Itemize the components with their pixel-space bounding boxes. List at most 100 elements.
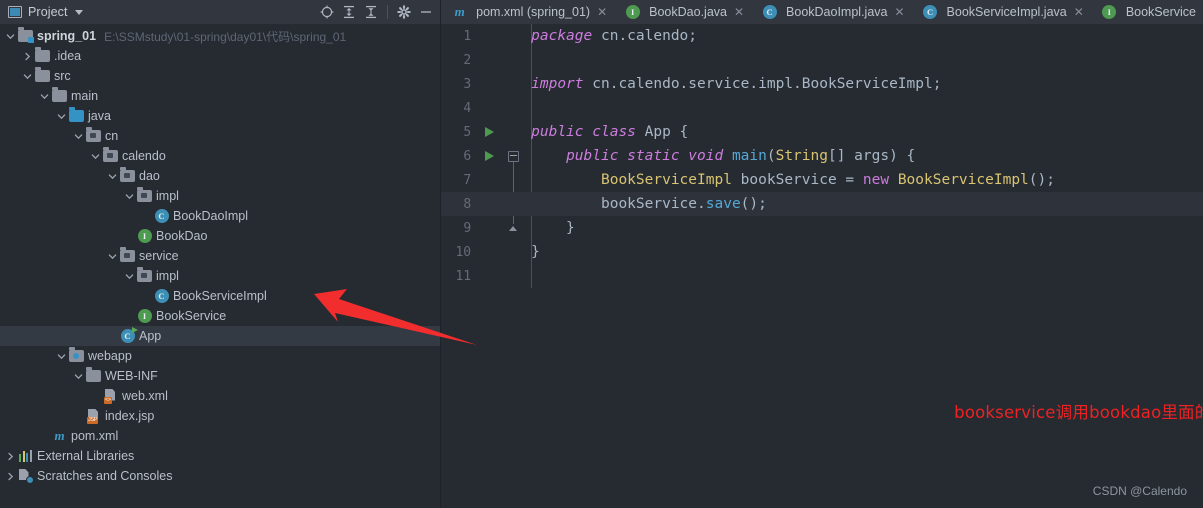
run-gutter-icon[interactable]	[475, 151, 503, 161]
code-text: public class App {	[531, 124, 689, 140]
code-text: BookServiceImpl bookService = new BookSe…	[600, 172, 1055, 188]
tree-node-dao[interactable]: dao	[0, 166, 440, 186]
java-class-runnable-icon: C	[119, 327, 138, 344]
tree-node-bookservice[interactable]: I BookService	[0, 306, 440, 326]
line-number: 2	[463, 52, 472, 68]
chevron-down-icon[interactable]	[72, 132, 85, 141]
package-folder-icon	[136, 267, 153, 284]
tree-node-service[interactable]: service	[0, 246, 440, 266]
code-line[interactable]: 2	[441, 48, 1203, 72]
tree-node-calendo[interactable]: calendo	[0, 146, 440, 166]
chevron-right-icon[interactable]	[4, 472, 17, 481]
tree-node-java[interactable]: java	[0, 106, 440, 126]
chevron-down-icon[interactable]	[123, 192, 136, 201]
tree-node-label: index.jsp	[105, 409, 155, 423]
tree-node-web-xml[interactable]: <> web.xml	[0, 386, 440, 406]
code-line[interactable]: 10}	[441, 240, 1203, 264]
tree-node-web-inf[interactable]: WEB-INF	[0, 366, 440, 386]
tree-node-cn[interactable]: cn	[0, 126, 440, 146]
project-panel-header: Project	[0, 0, 441, 24]
tree-node-label: impl	[156, 189, 179, 203]
tree-node-main[interactable]: main	[0, 86, 440, 106]
tab-close-icon[interactable]: ✕	[1074, 6, 1084, 18]
chevron-down-icon[interactable]	[4, 32, 17, 41]
package-folder-icon	[102, 147, 119, 164]
code-line[interactable]: 11	[441, 264, 1203, 288]
chevron-down-icon[interactable]	[123, 272, 136, 281]
chevron-down-icon[interactable]	[38, 92, 51, 101]
code-editor[interactable]: 1 package cn.calendo; 2 3 import cn.calendo.…	[441, 24, 1203, 508]
editor-tab-bookdao-java[interactable]: I BookDao.java ✕	[614, 0, 751, 24]
code-line[interactable]: 6 public static void main(String[] args)…	[441, 144, 1203, 168]
project-panel-title-group[interactable]: Project	[8, 5, 317, 19]
hide-panel-icon[interactable]	[416, 2, 436, 22]
chevron-down-icon[interactable]	[106, 172, 119, 181]
fold-gutter-slot[interactable]	[503, 150, 523, 162]
collapse-all-icon[interactable]	[361, 2, 381, 22]
project-panel-toolbar	[317, 2, 436, 22]
tree-node-app[interactable]: C App	[0, 326, 441, 346]
tree-node-label: service	[139, 249, 179, 263]
fold-gutter-slot[interactable]	[503, 223, 523, 233]
tree-node-index-jsp[interactable]: JSP index.jsp	[0, 406, 440, 426]
settings-gear-icon[interactable]	[394, 2, 414, 22]
tree-node-src[interactable]: src	[0, 66, 440, 86]
tree-node-label: dao	[139, 169, 160, 183]
chevron-down-icon[interactable]	[89, 152, 102, 161]
editor-tab-bar[interactable]: m pom.xml (spring_01) ✕ I BookDao.java ✕ C Book…	[441, 0, 1203, 24]
code-line[interactable]: 5 public class App {	[441, 120, 1203, 144]
tree-node-bookserviceimpl[interactable]: C BookServiceImpl	[0, 286, 440, 306]
code-line[interactable]: 9 }	[441, 216, 1203, 240]
tree-node-bookdao[interactable]: I BookDao	[0, 226, 440, 246]
code-line[interactable]: 7 BookServiceImpl bookService = new Book…	[441, 168, 1203, 192]
editor-scrollbar[interactable]	[1191, 24, 1203, 508]
java-interface-icon: I	[136, 228, 153, 244]
code-text: bookService.save();	[531, 196, 767, 212]
tree-node-external-libraries[interactable]: External Libraries	[0, 446, 440, 466]
chevron-right-icon[interactable]	[4, 452, 17, 461]
tree-node-label: BookServiceImpl	[173, 289, 267, 303]
tree-node-bookdaoimpl[interactable]: C BookDaoImpl	[0, 206, 440, 226]
tree-node-spring-01[interactable]: spring_01 E:\SSMstudy\01-spring\day01\代码\…	[0, 26, 440, 46]
tree-node-scratches-and-consoles[interactable]: Scratches and Consoles	[0, 466, 440, 486]
editor-tab-bookservice[interactable]: I BookService	[1091, 0, 1203, 24]
tree-node-label: web.xml	[122, 389, 168, 403]
editor-tab-pom-xml-spring-01-[interactable]: m pom.xml (spring_01) ✕	[441, 0, 615, 24]
xml-file-icon: <>	[102, 388, 119, 404]
tab-close-icon[interactable]: ✕	[894, 6, 904, 18]
java-interface-icon: I	[1101, 4, 1118, 20]
ide-window: Project spring_01 E:\SSMstudy\01-spring\…	[0, 0, 1203, 508]
line-number: 1	[463, 28, 472, 44]
code-line[interactable]: 1 package cn.calendo;	[441, 24, 1203, 48]
editor-tab-bookdaoimpl-java[interactable]: C BookDaoImpl.java ✕	[751, 0, 912, 24]
chevron-down-icon[interactable]	[74, 9, 83, 15]
editor-tab-bookserviceimpl-java[interactable]: C BookServiceImpl.java ✕	[912, 0, 1091, 24]
line-number: 8	[463, 196, 472, 212]
chevron-down-icon[interactable]	[55, 112, 68, 121]
tree-node-webapp[interactable]: webapp	[0, 346, 440, 366]
code-line[interactable]: 3 import cn.calendo.service.impl.BookServ…	[441, 72, 1203, 96]
jsp-file-icon: JSP	[85, 408, 102, 424]
line-number: 10	[455, 244, 472, 260]
chevron-right-icon[interactable]	[21, 52, 34, 61]
tab-close-icon[interactable]: ✕	[597, 6, 607, 18]
project-tree[interactable]: spring_01 E:\SSMstudy\01-spring\day01\代码\…	[0, 24, 441, 508]
tree-node-label: .idea	[54, 49, 82, 63]
run-gutter-icon[interactable]	[475, 127, 503, 137]
chevron-down-icon[interactable]	[55, 352, 68, 361]
locate-icon[interactable]	[317, 2, 337, 22]
tab-close-icon[interactable]: ✕	[734, 6, 744, 18]
tree-node--idea[interactable]: .idea	[0, 46, 440, 66]
tree-node-pom-xml[interactable]: m pom.xml	[0, 426, 440, 446]
tree-node-impl[interactable]: impl	[0, 266, 440, 286]
chevron-down-icon[interactable]	[72, 372, 85, 381]
chevron-down-icon[interactable]	[21, 72, 34, 81]
code-line[interactable]: 8 bookService.save();	[441, 192, 1203, 216]
java-class-icon: C	[153, 288, 170, 304]
expand-all-icon[interactable]	[339, 2, 359, 22]
folder-icon	[34, 47, 51, 64]
code-line[interactable]: 4	[441, 96, 1203, 120]
line-number: 9	[463, 220, 472, 236]
chevron-down-icon[interactable]	[106, 252, 119, 261]
tree-node-impl[interactable]: impl	[0, 186, 440, 206]
